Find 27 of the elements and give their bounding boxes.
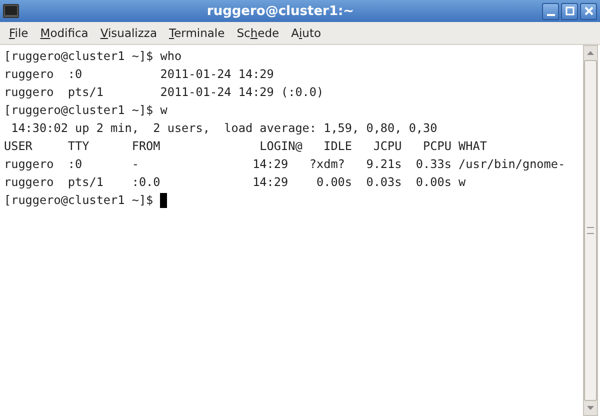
terminal-line: ruggero pts/1 2011-01-24 14:29 (:0.0) — [4, 85, 324, 99]
terminal-line: [ruggero@cluster1 ~]$ — [4, 193, 154, 207]
menu-item[interactable]: Schede — [232, 24, 284, 42]
terminal-line: [ruggero@cluster1 ~]$ who — [4, 49, 182, 63]
terminal-line: USER TTY FROM LOGIN@ IDLE JCPU PCPU WHAT — [4, 139, 487, 153]
maximize-icon — [564, 6, 574, 16]
menu-item[interactable]: File — [4, 24, 34, 42]
window-title: ruggero@cluster1:~ — [206, 4, 356, 18]
menu-item[interactable]: Modifica — [35, 24, 94, 42]
terminal-icon — [3, 4, 19, 18]
menu-item[interactable]: Terminale — [164, 24, 230, 42]
up-arrow-icon — [587, 51, 594, 55]
scrollbar-thumb[interactable] — [584, 60, 597, 401]
scrollbar[interactable] — [583, 45, 598, 416]
terminal-line: [ruggero@cluster1 ~]$ w — [4, 103, 168, 117]
terminal-line: ruggero pts/1 :0.0 14:29 0.00s 0.03s 0.00s w — [4, 175, 466, 189]
down-arrow-icon — [587, 406, 594, 410]
minimize-button[interactable] — [542, 2, 559, 20]
close-icon — [584, 6, 594, 16]
terminal-line: 14:30:02 up 2 min, 2 users, load average: 1,59, 0,80, 0,30 — [10, 121, 438, 135]
terminal-line: ruggero :0 - 14:29 ?xdm? 9.21s 0.33s /usr/bin/gnome- — [4, 157, 566, 171]
menu-item[interactable]: Visualizza — [95, 24, 162, 42]
minimize-icon — [546, 14, 554, 16]
terminal-line: ruggero :0 2011-01-24 14:29 — [4, 67, 274, 81]
close-button[interactable] — [580, 2, 597, 20]
maximize-button[interactable] — [561, 2, 578, 20]
menu-item[interactable]: Aiuto — [286, 24, 326, 42]
